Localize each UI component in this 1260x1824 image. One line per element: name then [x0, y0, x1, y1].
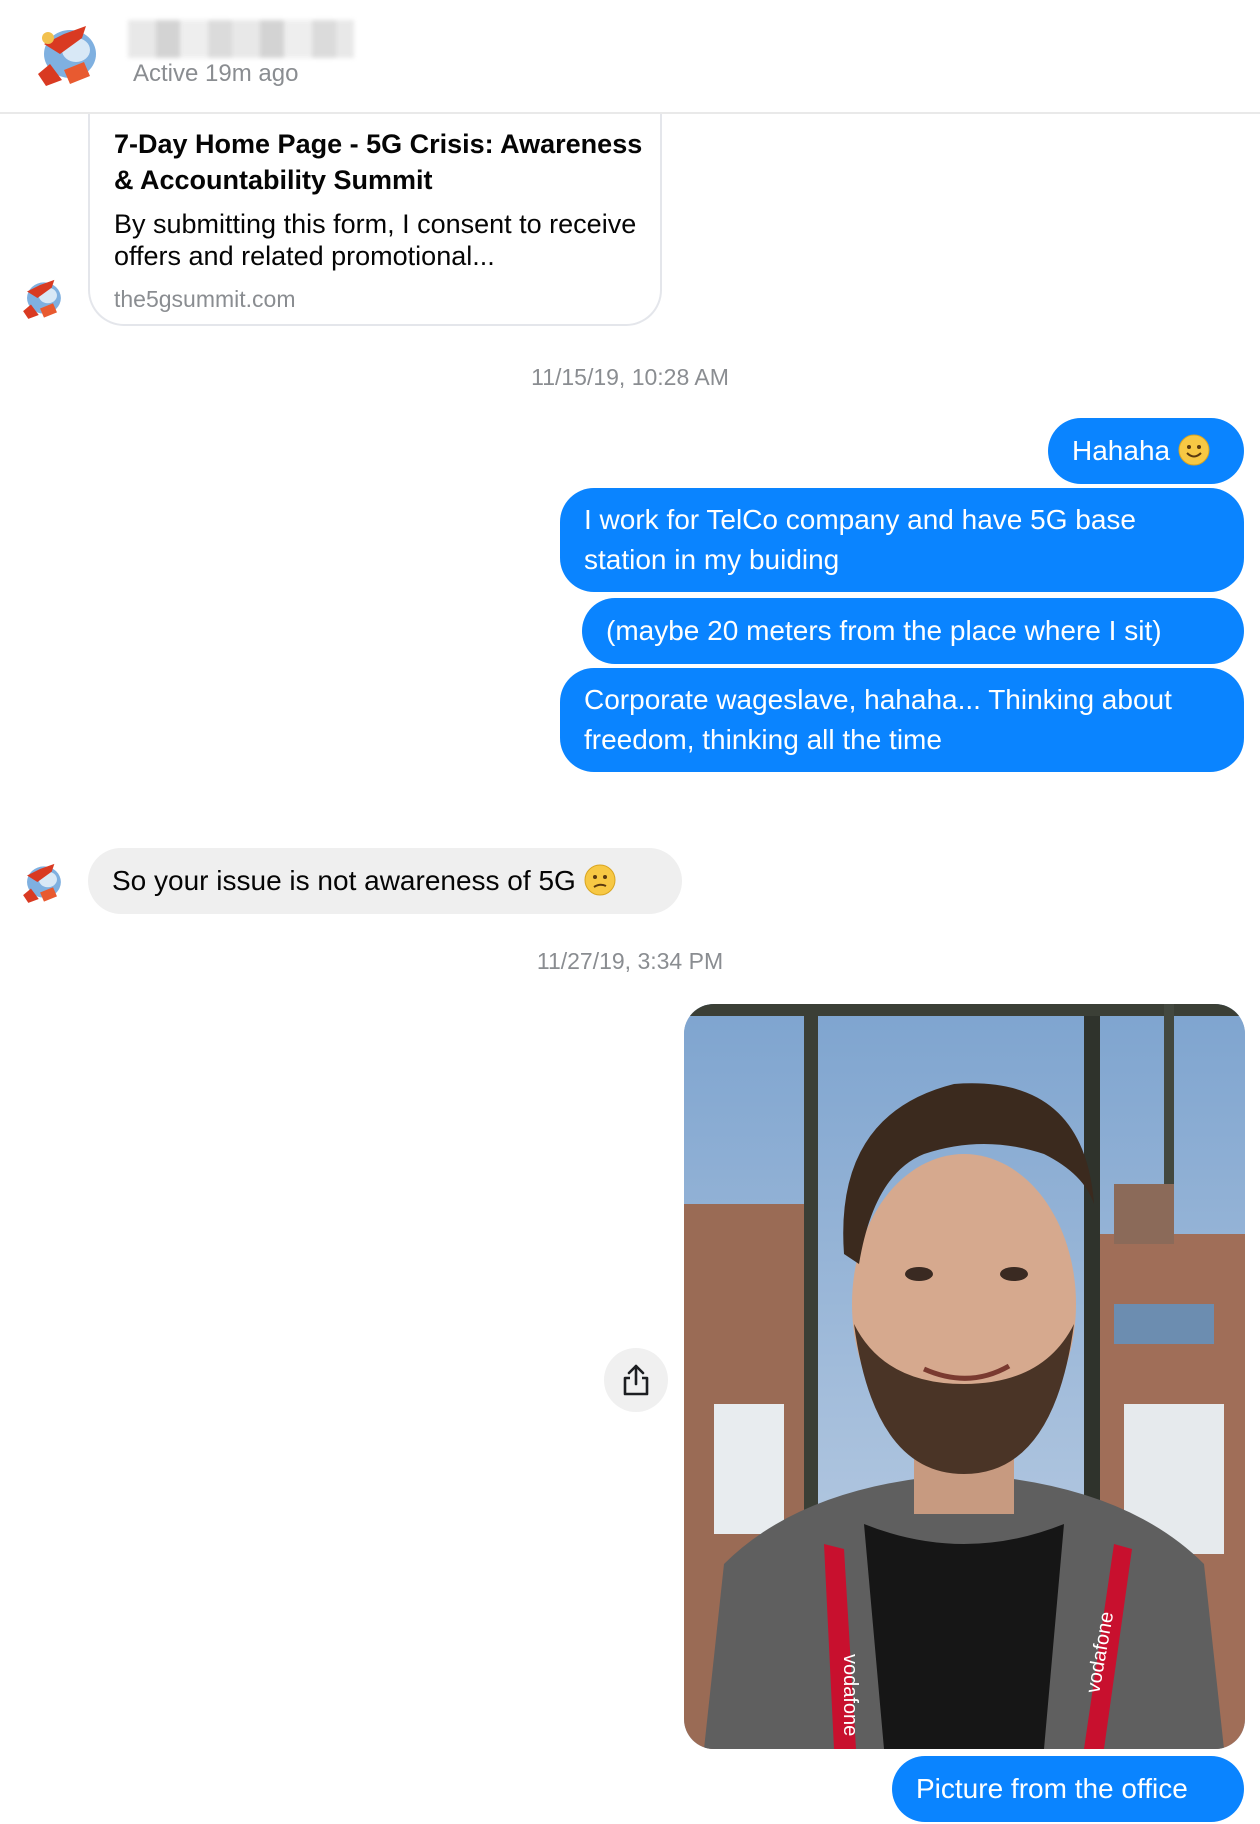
contact-avatar-small[interactable] [14, 272, 70, 328]
message-text: I work for TelCo company and have 5G bas… [584, 504, 1137, 575]
confused-emoji-icon [584, 864, 616, 896]
message-text: So your issue is not awareness of 5G [112, 865, 576, 896]
message-timestamp: 11/27/19, 3:34 PM [536, 948, 724, 974]
smile-emoji-icon [1178, 434, 1210, 466]
avatar-illustration-icon [24, 14, 110, 100]
avatar-illustration-icon [14, 856, 70, 912]
message-text: (maybe 20 meters from the place where I … [606, 615, 1162, 646]
message-timestamp: 11/15/19, 10:28 AM [531, 364, 729, 390]
active-status: Active 19m ago [133, 60, 299, 87]
avatar-illustration-icon [14, 272, 70, 328]
incoming-message[interactable]: So your issue is not awareness of 5G [88, 848, 682, 914]
contact-avatar[interactable] [24, 14, 110, 100]
outgoing-message[interactable]: I work for TelCo company and have 5G bas… [560, 488, 1244, 592]
selfie-photo: vodafone vodafone [684, 1004, 1245, 1749]
link-preview-description: By submitting this form, I consent to re… [114, 209, 637, 271]
link-preview-title: 7-Day Home Page - 5G Crisis: Awareness &… [114, 129, 643, 195]
lanyard-text-left: vodafone [839, 1654, 861, 1736]
message-text: Corporate wageslave, hahaha... Thinking … [584, 684, 1172, 755]
message-text: Hahaha [1072, 435, 1171, 466]
share-icon [623, 1364, 649, 1396]
link-preview-card[interactable]: 7-Day Home Page - 5G Crisis: Awareness &… [88, 100, 662, 326]
message-text: Picture from the office [916, 1773, 1188, 1804]
outgoing-message[interactable]: Picture from the office [892, 1756, 1244, 1822]
outgoing-message[interactable]: Hahaha [1048, 418, 1244, 484]
contact-name-redacted [128, 20, 354, 58]
outgoing-message[interactable]: Corporate wageslave, hahaha... Thinking … [560, 668, 1244, 772]
share-button[interactable] [604, 1348, 668, 1412]
conversation-header: Active 19m ago [0, 0, 1260, 114]
photo-attachment[interactable]: vodafone vodafone [684, 1004, 1245, 1749]
outgoing-message[interactable]: (maybe 20 meters from the place where I … [582, 598, 1244, 664]
contact-avatar-small[interactable] [14, 856, 70, 912]
link-preview-domain: the5gsummit.com [114, 286, 296, 312]
